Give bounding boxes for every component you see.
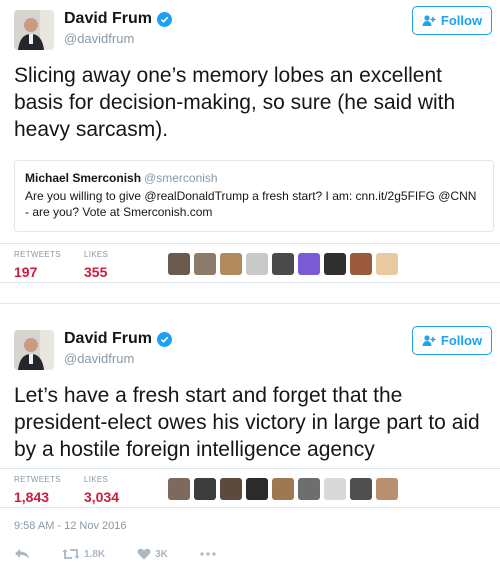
verified-badge-icon	[157, 11, 173, 27]
quoted-author-name: Michael Smerconish	[25, 171, 142, 185]
avatar[interactable]	[14, 10, 54, 50]
retweets-stat[interactable]: RETWEETS 1,843	[14, 475, 61, 505]
liker-avatar[interactable]	[168, 478, 190, 500]
follow-button[interactable]: Follow	[412, 6, 492, 35]
retweet-count: 1.8K	[84, 548, 106, 560]
likes-label: LIKES	[84, 250, 109, 259]
liker-avatar[interactable]	[272, 478, 294, 500]
retweets-count: 197	[14, 264, 38, 280]
more-dots-icon	[200, 552, 216, 556]
author-name-row: David Frum	[64, 330, 173, 348]
tweet-timestamp[interactable]: 9:58 AM - 12 Nov 2016	[14, 520, 127, 532]
retweets-label: RETWEETS	[14, 250, 61, 259]
follow-label: Follow	[440, 13, 483, 28]
tweet-actions: 1.8K 3K	[14, 548, 248, 560]
follow-user-icon	[422, 15, 436, 26]
liker-avatar[interactable]	[324, 253, 346, 275]
quoted-author-handle: @smerconish	[144, 171, 218, 185]
likes-label: LIKES	[84, 475, 109, 484]
tweet-stats: RETWEETS 1,843 LIKES 3,034	[0, 468, 500, 508]
author-handle[interactable]: @davidfrum	[64, 351, 134, 366]
likes-stat[interactable]: LIKES 3,034	[84, 475, 119, 505]
author-name-row: David Frum	[64, 10, 173, 28]
tweet-divider	[0, 303, 500, 304]
liker-avatar[interactable]	[298, 478, 320, 500]
liker-avatar[interactable]	[168, 253, 190, 275]
tweet-text: Slicing away one’s memory lobes an excel…	[14, 64, 456, 141]
author-name[interactable]: David Frum	[64, 330, 152, 348]
retweets-label: RETWEETS	[14, 475, 61, 484]
heart-icon	[137, 548, 151, 560]
liker-avatar[interactable]	[194, 253, 216, 275]
tweet-text: Let’s have a fresh start and forget that…	[14, 384, 480, 461]
liker-avatar[interactable]	[350, 478, 372, 500]
liker-avatar[interactable]	[246, 253, 268, 275]
likes-count: 355	[84, 264, 108, 280]
like-count: 3K	[155, 548, 168, 560]
retweet-button[interactable]: 1.8K	[62, 548, 105, 560]
retweet-icon	[62, 549, 80, 559]
quoted-tweet[interactable]: Michael Smerconish @smerconish Are you wi…	[14, 160, 494, 232]
follow-label: Follow	[440, 333, 483, 348]
liker-avatar[interactable]	[324, 478, 346, 500]
liker-avatar[interactable]	[272, 253, 294, 275]
liker-avatars	[168, 253, 398, 275]
likes-count: 3,034	[84, 489, 120, 505]
reply-button[interactable]	[14, 548, 30, 560]
liker-avatar[interactable]	[376, 478, 398, 500]
more-button[interactable]	[200, 552, 216, 556]
liker-avatar[interactable]	[350, 253, 372, 275]
verified-badge-icon	[157, 331, 173, 347]
follow-user-icon	[422, 335, 436, 346]
likes-stat[interactable]: LIKES 355	[84, 250, 108, 280]
liker-avatar[interactable]	[194, 478, 216, 500]
liker-avatar[interactable]	[376, 253, 398, 275]
liker-avatars	[168, 478, 398, 500]
tweet: David Frum @davidfrum Follow Slicing awa…	[0, 0, 500, 300]
follow-button[interactable]: Follow	[412, 326, 492, 355]
author-handle[interactable]: @davidfrum	[64, 31, 134, 46]
author-name[interactable]: David Frum	[64, 10, 152, 28]
tweet-stats: RETWEETS 197 LIKES 355	[0, 243, 500, 283]
quoted-tweet-text: Are you willing to give @realDonaldTrump…	[25, 189, 477, 219]
retweets-stat[interactable]: RETWEETS 197	[14, 250, 61, 280]
avatar[interactable]	[14, 330, 54, 370]
liker-avatar[interactable]	[220, 478, 242, 500]
tweet: David Frum @davidfrum Follow Let’s have …	[0, 312, 500, 573]
reply-icon	[15, 549, 29, 559]
liker-avatar[interactable]	[220, 253, 242, 275]
retweets-count: 1,843	[14, 489, 50, 505]
liker-avatar[interactable]	[298, 253, 320, 275]
like-button[interactable]: 3K	[137, 548, 168, 560]
liker-avatar[interactable]	[246, 478, 268, 500]
